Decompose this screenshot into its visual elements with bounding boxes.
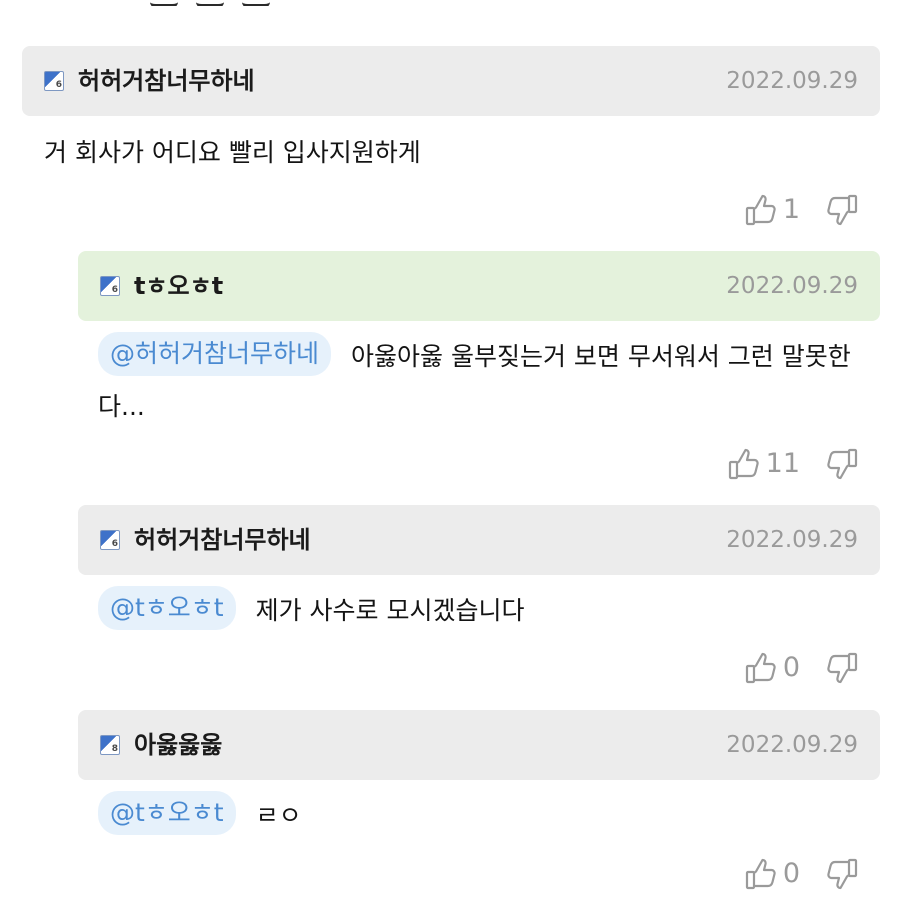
thumbs-down-icon[interactable]: [826, 448, 858, 480]
comment-body: @허허거참너무하네 아옳아옳 울부짖는거 보면 무서워서 그런 말못한다...: [98, 332, 868, 432]
upvote-count: 1: [782, 194, 800, 225]
upvote-count: 0: [782, 858, 800, 889]
comment-header: 8 아옳옳옳 2022.09.29: [78, 710, 880, 780]
level-badge-icon: 6: [44, 71, 64, 91]
comment-author[interactable]: 아옳옳옳: [134, 730, 222, 760]
comment-body: 거 회사가 어디요 빨리 입사지원하게: [44, 128, 874, 178]
comment-date: 2022.09.29: [726, 527, 858, 553]
thumbs-up-icon[interactable]: [745, 652, 777, 684]
upvote-count: 11: [765, 448, 800, 479]
comment-author[interactable]: 허허거참너무하네: [134, 525, 311, 555]
comment-date: 2022.09.29: [726, 732, 858, 758]
mention-tag[interactable]: @tㅎ오ㅎt: [98, 586, 236, 630]
comment-date: 2022.09.29: [726, 273, 858, 299]
level-badge-icon: 8: [100, 735, 120, 755]
thumbs-up-icon[interactable]: [745, 194, 777, 226]
thumbs-up-icon[interactable]: [728, 448, 760, 480]
mention-tag[interactable]: @허허거참너무하네: [98, 332, 332, 376]
thumbs-down-icon[interactable]: [826, 194, 858, 226]
level-badge-icon: 6: [100, 530, 120, 550]
comment-text: 제가 사수로 모시겠습니다: [255, 596, 525, 625]
comment-body: @tㅎ오ㅎt 제가 사수로 모시겠습니다: [98, 586, 868, 636]
level-badge-icon: 6: [100, 276, 120, 296]
upvote-count: 0: [782, 652, 800, 683]
vote-bar: 1: [745, 192, 858, 228]
comment-header: 6 허허거참너무하네 2022.09.29: [22, 46, 880, 116]
comment-author[interactable]: tㅎ오ㅎt: [134, 271, 223, 301]
thumbs-down-icon[interactable]: [826, 858, 858, 890]
vote-bar: 0: [745, 856, 858, 892]
thumbs-up-icon[interactable]: [745, 858, 777, 890]
vote-bar: 11: [728, 446, 858, 482]
comment-text: ㄹㅇ: [255, 801, 302, 830]
comment-header: 6 허허거참너무하네 2022.09.29: [78, 505, 880, 575]
comment-author[interactable]: 허허거참너무하네: [78, 66, 255, 96]
comment-body: @tㅎ오ㅎt ㄹㅇ: [98, 791, 868, 841]
previous-content-cutoff: [150, 0, 290, 6]
thumbs-down-icon[interactable]: [826, 652, 858, 684]
comment-date: 2022.09.29: [726, 68, 858, 94]
comment-header: 6 tㅎ오ㅎt 2022.09.29: [78, 251, 880, 321]
vote-bar: 0: [745, 650, 858, 686]
comment-text: 거 회사가 어디요 빨리 입사지원하게: [44, 138, 421, 167]
mention-tag[interactable]: @tㅎ오ㅎt: [98, 791, 236, 835]
